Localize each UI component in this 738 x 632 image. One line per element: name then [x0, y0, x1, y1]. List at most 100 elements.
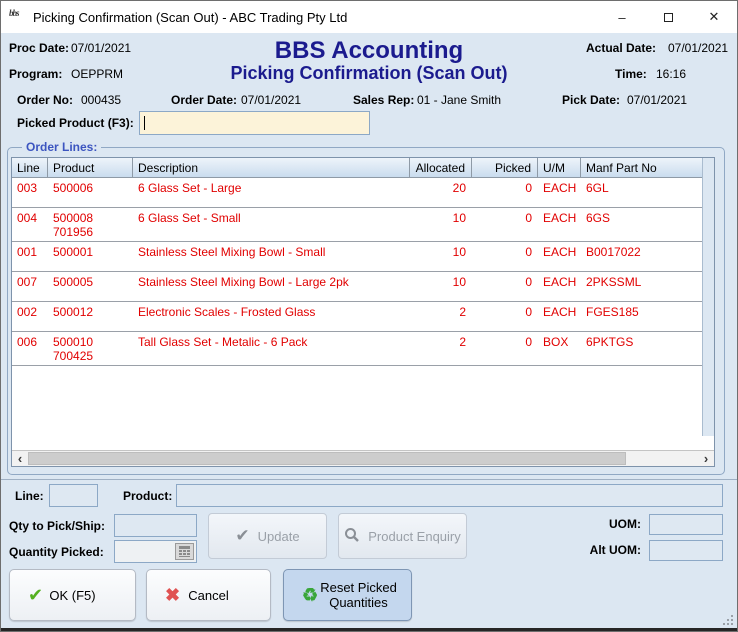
- row-picked: 0: [472, 302, 538, 331]
- maximize-button[interactable]: [645, 1, 691, 33]
- uom-field[interactable]: [649, 514, 723, 535]
- cancel-button-label: Cancel: [188, 588, 228, 603]
- order-lines-group-label: Order Lines:: [22, 140, 101, 154]
- ok-button[interactable]: ✔ OK (F5): [9, 569, 136, 621]
- app-logo-icon: bbs: [9, 9, 27, 25]
- row-um: EACH: [538, 302, 581, 331]
- row-line: 001: [12, 242, 48, 271]
- magnifier-icon: [344, 527, 360, 546]
- row-product: 500001: [48, 242, 133, 271]
- row-um: EACH: [538, 272, 581, 301]
- picked-product-input[interactable]: [139, 111, 370, 135]
- product-enquiry-label: Product Enquiry: [368, 529, 461, 544]
- update-check-icon: ✔: [235, 526, 249, 546]
- row-allocated: 10: [410, 242, 472, 271]
- row-allocated: 2: [410, 302, 472, 331]
- sales-rep-label: Sales Rep:: [353, 93, 414, 107]
- row-manf-part-no: 6GS: [581, 208, 702, 241]
- actual-date-label: Actual Date:: [586, 41, 656, 55]
- col-description[interactable]: Description: [133, 158, 410, 177]
- table-row[interactable]: 002500012Electronic Scales - Frosted Gla…: [12, 302, 702, 332]
- col-manf-part-no[interactable]: Manf Part No: [581, 158, 702, 177]
- row-manf-part-no: 2PKSSML: [581, 272, 702, 301]
- table-row[interactable]: 0045000087019566 Glass Set - Small100EAC…: [12, 208, 702, 242]
- scrollbar-thumb[interactable]: [28, 452, 626, 465]
- row-line: 006: [12, 332, 48, 365]
- section-divider: [1, 479, 738, 480]
- row-product: 500010700425: [48, 332, 133, 365]
- time-value: 16:16: [656, 67, 686, 81]
- ok-button-label: OK (F5): [49, 588, 95, 603]
- ok-check-icon: ✔: [28, 585, 43, 606]
- calculator-icon[interactable]: [175, 543, 194, 560]
- row-line: 003: [12, 178, 48, 207]
- col-picked[interactable]: Picked: [472, 158, 538, 177]
- scroll-left-icon[interactable]: ‹: [12, 451, 28, 466]
- order-no-value: 000435: [81, 93, 121, 107]
- minimize-button[interactable]: –: [599, 1, 645, 33]
- recycle-icon: ♻: [302, 585, 318, 606]
- alt-uom-field[interactable]: [649, 540, 723, 561]
- row-description: Stainless Steel Mixing Bowl - Small: [133, 242, 410, 271]
- row-manf-part-no: B0017022: [581, 242, 702, 271]
- row-allocated: 10: [410, 208, 472, 241]
- col-allocated[interactable]: Allocated: [410, 158, 472, 177]
- row-picked: 0: [472, 242, 538, 271]
- qty-to-pick-field[interactable]: [114, 514, 197, 537]
- row-picked: 0: [472, 178, 538, 207]
- order-date-value: 07/01/2021: [241, 93, 301, 107]
- col-line[interactable]: Line: [12, 158, 48, 177]
- table-row[interactable]: 006500010700425Tall Glass Set - Metalic …: [12, 332, 702, 366]
- table-row[interactable]: 0035000066 Glass Set - Large200EACH6GL: [12, 178, 702, 208]
- product-field[interactable]: [176, 484, 723, 507]
- row-description: 6 Glass Set - Large: [133, 178, 410, 207]
- vertical-scrollbar-track[interactable]: [702, 158, 714, 436]
- cancel-x-icon: ✖: [165, 585, 180, 606]
- pick-date-value: 07/01/2021: [627, 93, 687, 107]
- row-description: 6 Glass Set - Small: [133, 208, 410, 241]
- scroll-right-icon[interactable]: ›: [698, 451, 714, 466]
- maximize-icon: [664, 13, 673, 22]
- row-product: 500012: [48, 302, 133, 331]
- row-description: Electronic Scales - Frosted Glass: [133, 302, 410, 331]
- quantity-picked-label: Quantity Picked:: [9, 545, 104, 559]
- line-label: Line:: [15, 489, 44, 503]
- product-enquiry-button[interactable]: Product Enquiry: [338, 513, 467, 559]
- row-product: 500008701956: [48, 208, 133, 241]
- update-button[interactable]: ✔ Update: [208, 513, 327, 559]
- row-um: EACH: [538, 208, 581, 241]
- row-um: EACH: [538, 178, 581, 207]
- quantity-picked-field[interactable]: [114, 540, 197, 563]
- row-picked: 0: [472, 272, 538, 301]
- sales-rep-value: 01 - Jane Smith: [417, 93, 501, 107]
- col-um[interactable]: U/M: [538, 158, 581, 177]
- row-picked: 0: [472, 208, 538, 241]
- close-button[interactable]: ✕: [691, 1, 737, 33]
- row-allocated: 20: [410, 178, 472, 207]
- horizontal-scrollbar[interactable]: ‹ ›: [12, 450, 714, 466]
- cancel-button[interactable]: ✖ Cancel: [146, 569, 271, 621]
- desktop-edge: [1, 628, 738, 631]
- table-row[interactable]: 001500001Stainless Steel Mixing Bowl - S…: [12, 242, 702, 272]
- row-line: 002: [12, 302, 48, 331]
- col-product[interactable]: Product: [48, 158, 133, 177]
- row-description: Tall Glass Set - Metalic - 6 Pack: [133, 332, 410, 365]
- row-picked: 0: [472, 332, 538, 365]
- alt-uom-label: Alt UOM:: [561, 543, 641, 557]
- line-field[interactable]: [49, 484, 98, 507]
- window-title: Picking Confirmation (Scan Out) - ABC Tr…: [33, 10, 347, 25]
- time-label: Time:: [615, 67, 647, 81]
- order-date-label: Order Date:: [171, 93, 237, 107]
- order-lines-rows: 0035000066 Glass Set - Large200EACH6GL00…: [12, 178, 702, 436]
- update-button-label: Update: [258, 529, 300, 544]
- qty-to-pick-label: Qty to Pick/Ship:: [9, 519, 105, 533]
- title-bar: bbs Picking Confirmation (Scan Out) - AB…: [1, 1, 737, 33]
- reset-picked-quantities-button[interactable]: ♻ Reset PickedQuantities: [283, 569, 412, 621]
- app-window: bbs Picking Confirmation (Scan Out) - AB…: [0, 0, 738, 632]
- row-product: 500005: [48, 272, 133, 301]
- resize-grip[interactable]: [723, 615, 733, 625]
- pick-date-label: Pick Date:: [562, 93, 620, 107]
- row-um: BOX: [538, 332, 581, 365]
- table-row[interactable]: 007500005Stainless Steel Mixing Bowl - L…: [12, 272, 702, 302]
- uom-label: UOM:: [561, 517, 641, 531]
